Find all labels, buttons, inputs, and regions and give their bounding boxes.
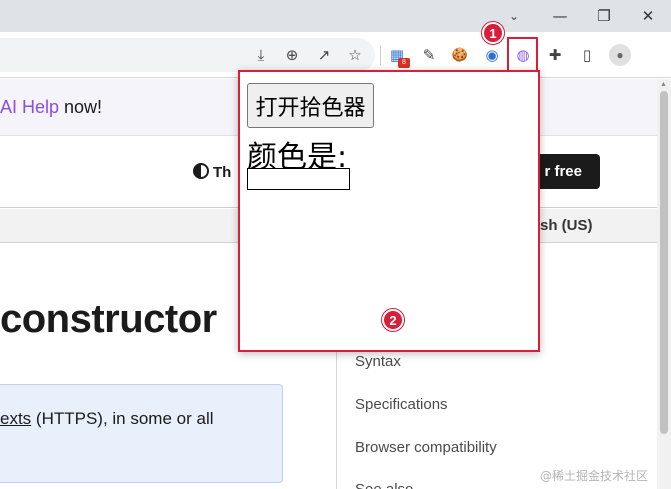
ai-help-link[interactable]: AI Help xyxy=(0,97,59,117)
toc-item-syntax[interactable]: Syntax xyxy=(355,353,401,370)
extensions-puzzle-icon[interactable]: ✚ xyxy=(543,43,567,67)
toc-item-browser-compatibility[interactable]: Browser compatibility xyxy=(355,439,497,456)
callout-2: 2 xyxy=(382,309,404,331)
sidebar-divider xyxy=(336,345,337,489)
callout-1: 1 xyxy=(482,22,504,44)
secure-contexts-link[interactable]: exts xyxy=(0,409,31,428)
scroll-thumb[interactable] xyxy=(660,91,668,434)
language-selector[interactable]: sh (US) xyxy=(540,217,593,234)
minimize-button[interactable]: — xyxy=(538,0,582,32)
secure-context-note: exts (HTTPS), in some or all xyxy=(0,384,283,483)
browser-title-bar: ⌄ — ❐ ✕ xyxy=(0,0,671,32)
banner-suffix: now! xyxy=(59,97,103,117)
zoom-icon[interactable]: ⊕ xyxy=(280,43,304,67)
cookie-extension-icon[interactable]: 🍪 xyxy=(448,43,472,67)
profile-avatar-icon[interactable]: ● xyxy=(609,44,631,66)
bookmark-star-icon[interactable]: ☆ xyxy=(343,43,367,67)
side-panel-icon[interactable]: ▯ xyxy=(575,43,599,67)
install-app-icon[interactable]: ⤓ xyxy=(249,43,273,67)
theme-icon xyxy=(193,163,209,179)
scroll-up-arrow-icon[interactable]: ▲ xyxy=(660,81,667,88)
note-body: (HTTPS), in some or all xyxy=(31,409,214,428)
note-text: exts (HTTPS), in some or all xyxy=(0,409,214,429)
theme-toggle[interactable]: Th xyxy=(193,163,231,181)
color-value-field[interactable] xyxy=(247,168,350,190)
restore-button[interactable]: ❐ xyxy=(582,0,626,32)
open-color-picker-button[interactable]: 打开拾色器 xyxy=(247,83,374,128)
globe-extension-icon[interactable]: ◉ xyxy=(480,43,504,67)
toc-item-specifications[interactable]: Specifications xyxy=(355,396,448,413)
toolbar-separator xyxy=(380,45,381,65)
theme-label: Th xyxy=(213,164,232,181)
page-title: constructor xyxy=(0,297,217,341)
banner-text: AI Help now! xyxy=(0,97,102,118)
share-icon[interactable]: ↗ xyxy=(312,43,336,67)
watermark: @稀土掘金技术社区 xyxy=(540,469,649,483)
extension-badge: 8 xyxy=(398,58,410,68)
toc-item-see-also[interactable]: See also xyxy=(355,481,413,489)
page-scrollbar[interactable]: ▲ xyxy=(657,79,671,489)
close-window-button[interactable]: ✕ xyxy=(626,0,670,32)
extension-highlight-box xyxy=(507,37,538,74)
tab-search-button[interactable]: ⌄ xyxy=(503,5,525,27)
eyedropper-extension-icon[interactable]: ✎ xyxy=(417,43,441,67)
